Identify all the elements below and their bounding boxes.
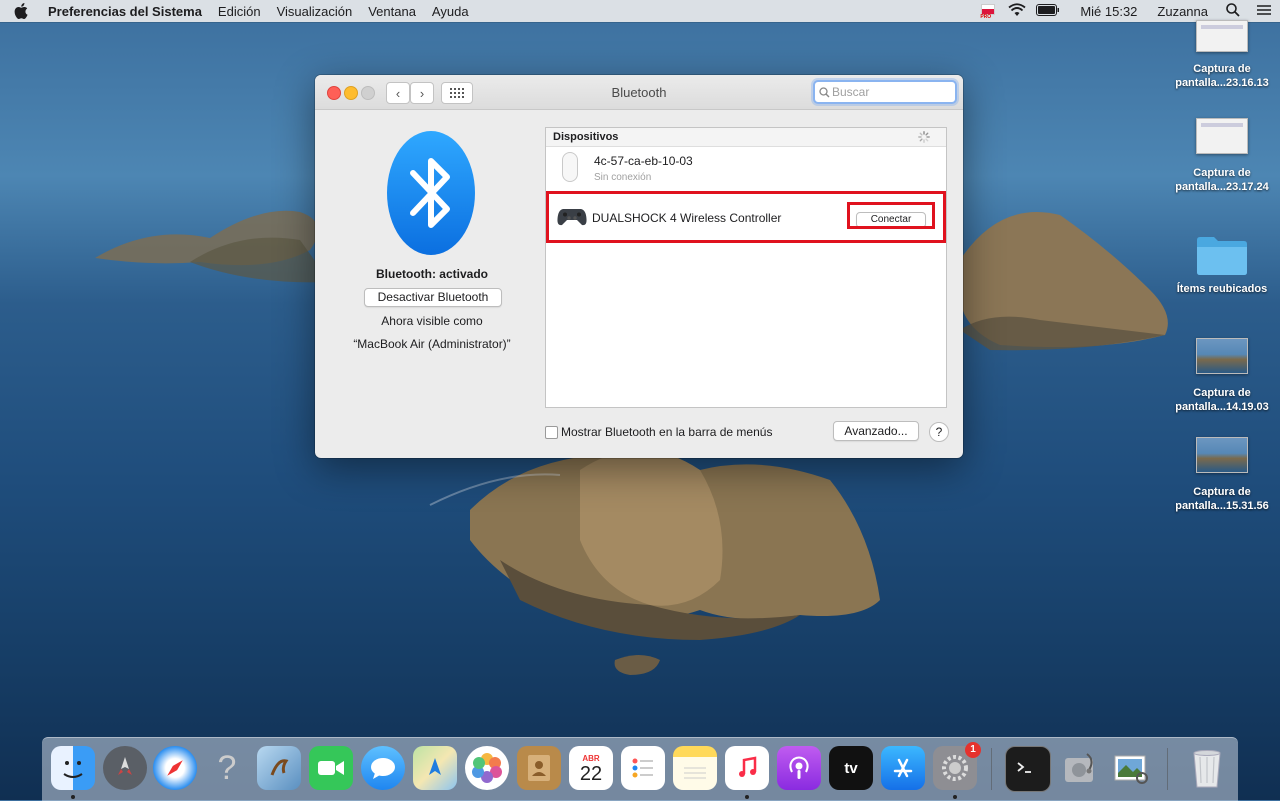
podcasts-icon[interactable] bbox=[777, 746, 821, 790]
calendar-day: 22 bbox=[579, 762, 603, 785]
computer-name-label: “MacBook Air (Administrator)” bbox=[353, 337, 511, 351]
apple-tv-icon[interactable]: tv bbox=[829, 746, 873, 790]
devices-list[interactable]: Dispositivos 4c-57-ca-eb-10-03 Sin conex… bbox=[545, 127, 947, 408]
desktop-icon-label: Ítems reubicados bbox=[1176, 283, 1268, 295]
bluetooth-logo-icon bbox=[387, 131, 475, 255]
search-icon bbox=[819, 86, 830, 98]
device-status: Sin conexión bbox=[594, 172, 652, 183]
dock-separator bbox=[1167, 748, 1168, 790]
launchpad-icon[interactable] bbox=[103, 746, 147, 790]
battery-icon[interactable] bbox=[1036, 3, 1060, 19]
help-question-icon[interactable]: ? bbox=[205, 746, 249, 790]
screenshot-thumbnail-icon bbox=[1196, 20, 1248, 52]
desktop-icon-label: pantalla...23.16.13 bbox=[1175, 77, 1269, 89]
menu-bar: Preferencias del Sistema Edición Visuali… bbox=[0, 0, 1280, 22]
desktop-screenshot-1[interactable]: Captura de pantalla...23.16.13 bbox=[1167, 20, 1277, 90]
desktop-icon-label: Captura de bbox=[1193, 167, 1251, 179]
dock-separator bbox=[991, 748, 992, 790]
mouse-icon bbox=[562, 152, 578, 185]
folder-icon bbox=[1195, 234, 1249, 276]
disk-utility-icon[interactable] bbox=[1057, 746, 1101, 790]
system-preferences-icon[interactable]: 1 bbox=[933, 742, 981, 790]
wifi-icon[interactable] bbox=[1008, 2, 1026, 20]
desktop-screenshot-3[interactable]: Captura de pantalla...14.19.03 bbox=[1167, 338, 1277, 414]
trash-icon[interactable] bbox=[1185, 746, 1229, 790]
menu-user[interactable]: Zuzanna bbox=[1149, 4, 1216, 19]
search-field[interactable]: Buscar bbox=[813, 80, 957, 104]
calendar-month: ABR bbox=[582, 753, 600, 763]
search-placeholder: Buscar bbox=[832, 85, 870, 99]
terminal-icon[interactable] bbox=[1005, 746, 1051, 792]
calendar-icon[interactable]: ABR 22 bbox=[569, 746, 613, 790]
desktop-screenshot-4[interactable]: Captura de pantalla...15.31.56 bbox=[1167, 437, 1277, 513]
app-store-icon[interactable] bbox=[881, 746, 925, 790]
reminders-icon[interactable] bbox=[621, 746, 665, 790]
device-name: 4c-57-ca-eb-10-03 bbox=[594, 154, 693, 168]
flag-label: PRO bbox=[980, 14, 992, 20]
running-indicator bbox=[745, 795, 749, 799]
spinner-icon bbox=[918, 131, 930, 143]
help-button[interactable]: ? bbox=[929, 422, 949, 442]
visible-as-label: Ahora visible como bbox=[381, 314, 483, 328]
safari-icon[interactable] bbox=[153, 746, 197, 790]
show-in-menubar-label[interactable]: Mostrar Bluetooth en la barra de menús bbox=[561, 425, 772, 439]
desktop-screenshot-2[interactable]: Captura de pantalla...23.17.24 bbox=[1167, 118, 1277, 194]
flag-icon[interactable]: PRO bbox=[978, 3, 996, 20]
menu-app-name[interactable]: Preferencias del Sistema bbox=[40, 4, 210, 19]
screenshot-thumbnail-icon bbox=[1196, 437, 1248, 473]
menu-edicion[interactable]: Edición bbox=[210, 4, 269, 19]
search-icon[interactable] bbox=[1226, 2, 1240, 20]
preview-icon[interactable] bbox=[1109, 746, 1153, 790]
control-center-icon[interactable] bbox=[1256, 3, 1272, 20]
desktop-icon-label: pantalla...23.17.24 bbox=[1175, 181, 1269, 193]
desktop-folder-relocated[interactable]: Ítems reubicados bbox=[1167, 234, 1277, 296]
dock: ? ABR 22 tv 1 bbox=[42, 737, 1238, 801]
device-row[interactable]: 4c-57-ca-eb-10-03 Sin conexión bbox=[546, 147, 946, 194]
finder-icon[interactable] bbox=[51, 746, 95, 790]
screenshot-thumbnail-icon bbox=[1196, 118, 1248, 154]
menu-ventana[interactable]: Ventana bbox=[360, 4, 424, 19]
apple-tv-label: tv bbox=[844, 759, 858, 777]
window-titlebar[interactable]: ‹ › Bluetooth Buscar bbox=[315, 75, 963, 110]
photos-icon[interactable] bbox=[465, 746, 509, 790]
contacts-icon[interactable] bbox=[517, 746, 561, 790]
mail-icon[interactable] bbox=[257, 746, 301, 790]
advanced-button[interactable]: Avanzado... bbox=[833, 421, 919, 441]
desktop-icon-label: Captura de bbox=[1193, 63, 1251, 75]
desktop-icon-label: pantalla...15.31.56 bbox=[1175, 500, 1269, 512]
running-indicator bbox=[71, 795, 75, 799]
toggle-bluetooth-button[interactable]: Desactivar Bluetooth bbox=[364, 288, 502, 307]
desktop-icon-label: Captura de bbox=[1193, 486, 1251, 498]
messages-icon[interactable] bbox=[361, 746, 405, 790]
notification-badge: 1 bbox=[965, 742, 981, 758]
bluetooth-window: ‹ › Bluetooth Buscar Bluetooth: activado… bbox=[315, 75, 963, 458]
running-indicator bbox=[953, 795, 957, 799]
devices-header-label: Dispositivos bbox=[553, 131, 619, 143]
menu-ayuda[interactable]: Ayuda bbox=[424, 4, 477, 19]
menu-visualizacion[interactable]: Visualización bbox=[269, 4, 361, 19]
screenshot-thumbnail-icon bbox=[1196, 338, 1248, 374]
music-icon[interactable] bbox=[725, 746, 769, 790]
maps-icon[interactable] bbox=[413, 746, 457, 790]
facetime-icon[interactable] bbox=[309, 746, 353, 790]
apple-icon[interactable] bbox=[14, 3, 32, 19]
connect-highlight-box bbox=[847, 202, 935, 229]
notes-icon[interactable] bbox=[673, 746, 717, 790]
desktop-icon-label: Captura de bbox=[1193, 387, 1251, 399]
menu-clock[interactable]: Mié 15:32 bbox=[1072, 4, 1145, 19]
devices-header: Dispositivos bbox=[546, 128, 946, 147]
bluetooth-status: Bluetooth: activado bbox=[375, 267, 488, 281]
show-in-menubar-checkbox[interactable] bbox=[545, 426, 558, 439]
desktop-icon-label: pantalla...14.19.03 bbox=[1175, 401, 1269, 413]
